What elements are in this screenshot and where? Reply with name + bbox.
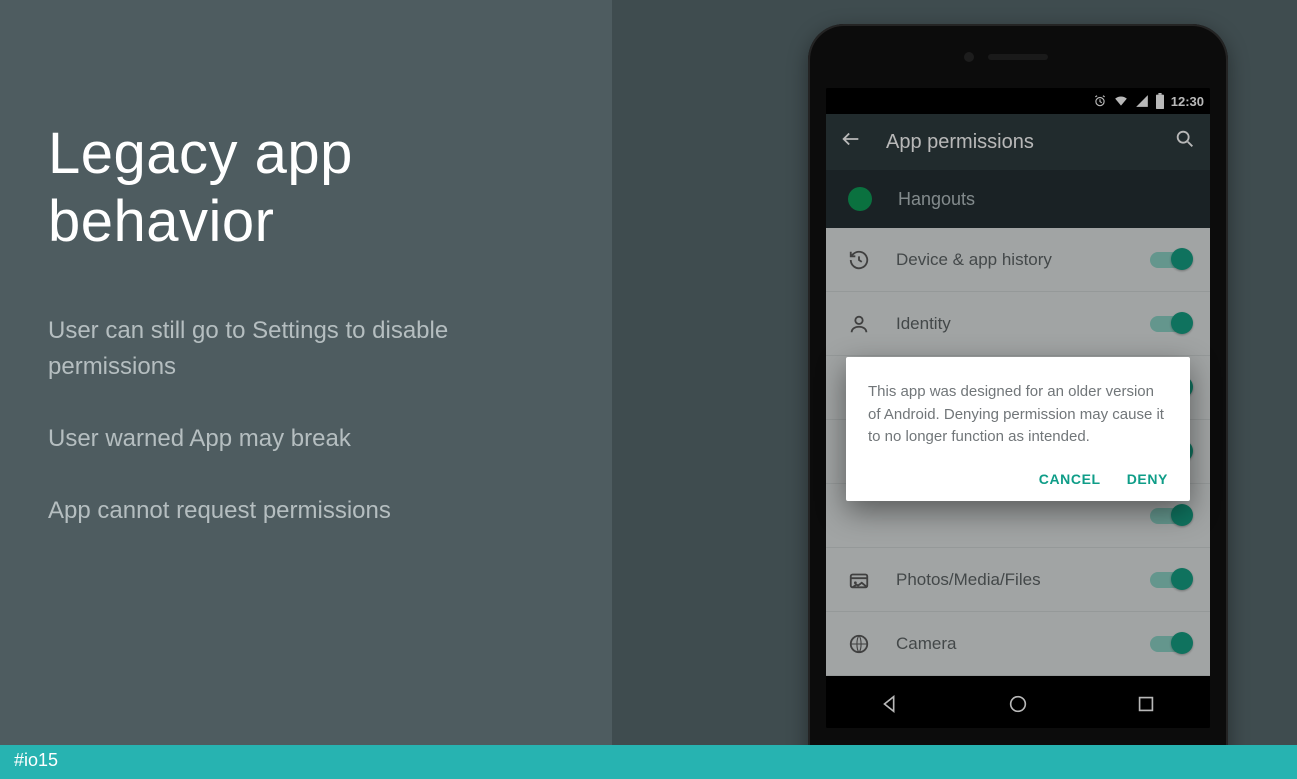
bullet-1: User can still go to Settings to disable… <box>48 313 564 385</box>
slide: Legacy app behavior User can still go to… <box>0 0 1297 779</box>
phone-sensors <box>958 52 1078 62</box>
slide-bullets: User can still go to Settings to disable… <box>48 313 564 529</box>
footer-hashtag: #io15 <box>0 745 1297 779</box>
slide-title: Legacy app behavior <box>48 120 564 257</box>
slide-text-area: Legacy app behavior User can still go to… <box>0 0 612 779</box>
dialog-actions: CANCEL DENY <box>868 471 1168 487</box>
phone-earpiece <box>988 54 1048 60</box>
legacy-warning-dialog: This app was designed for an older versi… <box>846 357 1190 501</box>
cancel-button[interactable]: CANCEL <box>1039 471 1101 487</box>
phone-frame: 12:30 App permissions Hangouts <box>808 24 1228 779</box>
deny-button[interactable]: DENY <box>1127 471 1168 487</box>
bullet-2: User warned App may break <box>48 421 564 457</box>
phone-area: 12:30 App permissions Hangouts <box>612 0 1297 779</box>
phone-camera-dot <box>964 52 974 62</box>
dialog-message: This app was designed for an older versi… <box>868 381 1168 449</box>
bullet-3: App cannot request permissions <box>48 493 564 529</box>
